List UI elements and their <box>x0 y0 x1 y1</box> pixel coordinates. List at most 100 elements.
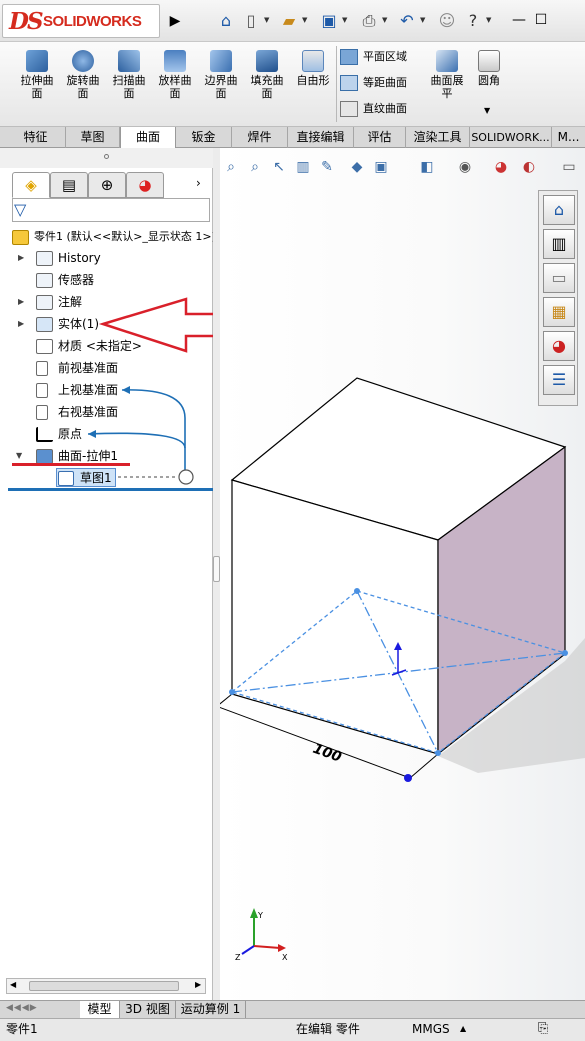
sketch-vertex[interactable] <box>354 588 360 594</box>
chevron-down-icon[interactable]: ▼ <box>302 16 307 24</box>
logo-ds: DS <box>9 8 44 35</box>
chevron-down-icon[interactable]: ▼ <box>486 16 491 24</box>
fill-surface-button[interactable]: 填充曲 面 <box>244 50 290 100</box>
open-icon[interactable]: ▰ <box>278 10 300 32</box>
tab-direct-editing[interactable]: 直接编辑 <box>288 127 354 148</box>
freeform-label: 自由形 <box>296 74 330 87</box>
revolve-surface-icon <box>72 50 94 72</box>
horizontal-scrollbar[interactable]: ◀ ▶ <box>6 978 206 994</box>
offset-surface-button[interactable]: 等距曲面 <box>340 72 407 94</box>
svg-text:X: X <box>282 953 288 962</box>
menu-expand-arrow-icon[interactable]: ▶ <box>165 8 185 34</box>
view-palette-icon[interactable]: ▦ <box>543 297 575 327</box>
extrude-surface-label: 拉伸曲 面 <box>20 74 54 100</box>
chevron-down-icon[interactable]: ▼ <box>420 16 425 24</box>
tab-3d-view[interactable]: 3D 视图 <box>120 1001 176 1018</box>
status-part-name: 零件1 <box>6 1022 38 1036</box>
planar-surface-icon <box>340 49 358 65</box>
red-arrow-annotation <box>98 297 213 353</box>
minimize-icon[interactable]: — <box>508 10 530 30</box>
title-bar: DS SOLIDWORKS ▶ ⌂ ▯ ▼ ▰ ▼ ▣ ▼ ⎙ ▼ ↶ ▼ ☺ … <box>0 0 585 42</box>
surface-flatten-label: 曲面展 平 <box>430 74 464 100</box>
panel-splitter[interactable] <box>213 148 220 1000</box>
chevron-down-icon[interactable]: ▼ <box>264 16 269 24</box>
undo-icon[interactable]: ↶ <box>396 10 418 32</box>
loft-surface-label: 放样曲 面 <box>158 74 192 100</box>
logo-text: SOLIDWORKS <box>43 13 142 30</box>
home-icon[interactable]: ⌂ <box>215 10 237 32</box>
sweep-surface-label: 扫描曲 面 <box>112 74 146 100</box>
boundary-surface-icon <box>210 50 232 72</box>
sketch-vertex[interactable] <box>229 689 235 695</box>
extrude-surface-icon <box>26 50 48 72</box>
fillet-label: 圆角 <box>478 74 500 87</box>
scroll-left-icon[interactable]: ◀ <box>10 980 16 989</box>
sketch-vertex[interactable] <box>562 650 568 656</box>
scroll-thumb[interactable] <box>29 981 179 991</box>
revolve-surface-button[interactable]: 旋转曲 面 <box>60 50 106 100</box>
print-icon[interactable]: ⎙ <box>358 10 380 32</box>
new-document-icon[interactable]: ▯ <box>240 10 262 32</box>
loft-surface-icon <box>164 50 186 72</box>
status-units[interactable]: MMGS <box>412 1019 450 1039</box>
design-library-icon[interactable]: ▥ <box>543 229 575 259</box>
model-canvas[interactable]: 100 Y Z X <box>220 148 585 1000</box>
graphics-area[interactable]: ⌕ ⌕ ↖ ▥ ✎ ◆ ▣ ◧ ◉ ◕ ◐ ▭ 100 Y Z X ⌂ ▥ ▭ … <box>220 148 585 1000</box>
link-arrowhead <box>88 430 96 438</box>
tab-surfaces[interactable]: 曲面 <box>120 127 176 149</box>
tab-scroll-arrows-icon[interactable]: ◀◀◀▶ <box>6 1003 38 1013</box>
planar-surface-label: 平面区域 <box>363 50 407 63</box>
tab-weldments[interactable]: 焊件 <box>232 127 288 148</box>
freeform-button[interactable]: 自由形 <box>290 50 336 87</box>
tab-sheet-metal[interactable]: 钣金 <box>176 127 232 148</box>
link-arrowhead <box>122 386 130 394</box>
chevron-down-icon[interactable]: ▼ <box>342 16 347 24</box>
ruled-surface-icon <box>340 101 358 117</box>
offset-surface-icon <box>340 75 358 91</box>
sketch-vertex[interactable] <box>435 750 441 756</box>
command-manager: 拉伸曲 面 旋转曲 面 扫描曲 面 放样曲 面 边界曲 面 填充曲 面 自由形 … <box>0 42 585 126</box>
status-mode: 在编辑 零件 <box>296 1022 360 1036</box>
feature-manager-panel: ◈ ▤ ⊕ ◕ › ▽ 零件1 (默认<<默认>_显示状态 1>) ▶ Hist… <box>0 148 216 1000</box>
tab-sketch[interactable]: 草图 <box>66 127 120 148</box>
loft-surface-button[interactable]: 放样曲 面 <box>152 50 198 100</box>
link-line <box>87 432 186 449</box>
fillet-button[interactable]: 圆角 <box>466 50 512 87</box>
help-icon[interactable]: ? <box>462 10 484 32</box>
solidworks-resources-icon[interactable]: ⌂ <box>543 195 575 225</box>
splitter-handle-icon[interactable] <box>213 556 220 582</box>
chevron-down-icon[interactable]: ▼ <box>484 106 490 115</box>
tab-motion-study[interactable]: 运动算例 1 <box>176 1001 246 1018</box>
tab-model[interactable]: 模型 <box>80 1001 120 1018</box>
tab-solidworks-addins[interactable]: SOLIDWORK... <box>470 127 552 148</box>
fill-surface-icon <box>256 50 278 72</box>
planar-surface-button[interactable]: 平面区域 <box>340 46 407 68</box>
extrude-surface-button[interactable]: 拉伸曲 面 <box>14 50 60 100</box>
tab-evaluate[interactable]: 评估 <box>354 127 406 148</box>
tab-features[interactable]: 特征 <box>6 127 66 148</box>
surface-flatten-icon <box>436 50 458 72</box>
maximize-icon[interactable]: ☐ <box>530 10 552 30</box>
scroll-right-icon[interactable]: ▶ <box>195 980 201 989</box>
sweep-surface-button[interactable]: 扫描曲 面 <box>106 50 152 100</box>
boundary-surface-button[interactable]: 边界曲 面 <box>198 50 244 100</box>
file-explorer-icon[interactable]: ▭ <box>543 263 575 293</box>
dimension-endpoint[interactable] <box>404 774 412 782</box>
annotation-overlay <box>87 297 213 485</box>
chevron-up-icon[interactable]: ▲ <box>460 1019 466 1039</box>
fill-surface-label: 填充曲 面 <box>250 74 284 100</box>
tab-render-tools[interactable]: 渲染工具 <box>406 127 470 148</box>
appearances-icon[interactable]: ◕ <box>543 331 575 361</box>
user-icon[interactable]: ☺ <box>436 10 458 32</box>
solidworks-logo[interactable]: DS SOLIDWORKS <box>2 4 160 38</box>
surface-flatten-button[interactable]: 曲面展 平 <box>424 50 470 100</box>
save-icon[interactable]: ▣ <box>318 10 340 32</box>
task-pane: ⌂ ▥ ▭ ▦ ◕ ☰ <box>538 190 578 406</box>
tag-icon[interactable]: ⎘ <box>538 1019 548 1039</box>
dimension-label[interactable]: 100 <box>311 741 344 766</box>
ruled-surface-button[interactable]: 直纹曲面 <box>340 98 407 120</box>
chevron-down-icon[interactable]: ▼ <box>382 16 387 24</box>
tab-more[interactable]: M... <box>552 127 585 148</box>
freeform-icon <box>302 50 324 72</box>
custom-properties-icon[interactable]: ☰ <box>543 365 575 395</box>
